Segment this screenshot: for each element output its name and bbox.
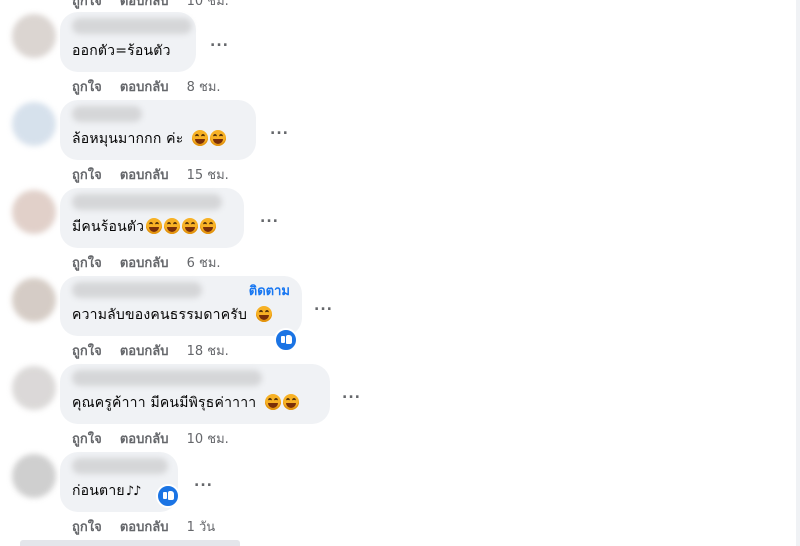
like-button[interactable]: ถูกใจ <box>72 80 102 95</box>
comment-actions: ถูกใจ ตอบกลับ 8 ชม. <box>72 76 221 97</box>
comment-timestamp[interactable]: 10 ชม. <box>187 432 229 447</box>
comment-options-button[interactable]: ... <box>210 34 229 50</box>
comment-item: ก่อนตาย♪♪ ... ถูกใจ ตอบกลับ 1 วัน <box>0 452 800 542</box>
comment-options-button[interactable]: ... <box>260 210 279 226</box>
like-button[interactable]: ถูกใจ <box>72 520 102 535</box>
avatar[interactable] <box>12 190 56 234</box>
grinning-squinting-emoji-icon <box>146 218 163 234</box>
avatar[interactable] <box>12 278 56 322</box>
comment-options-button[interactable]: ... <box>194 474 213 490</box>
comment-bubble: มีคนร้อนตัว <box>60 188 244 248</box>
comment-text: ก่อนตาย♪♪ <box>72 483 142 499</box>
avatar[interactable] <box>12 366 56 410</box>
commenter-name[interactable] <box>72 370 262 386</box>
comment-actions: ถูกใจ ตอบกลับ 10 ชม. <box>72 428 229 449</box>
reply-button[interactable]: ตอบกลับ <box>120 344 169 359</box>
avatar[interactable] <box>12 102 56 146</box>
comment-bubble: ติดตาม ความลับของคนธรรมดาครับ <box>60 276 302 336</box>
comment-options-button[interactable]: ... <box>314 298 333 314</box>
comment-timestamp[interactable]: 18 ชม. <box>187 344 229 359</box>
next-comment-partial <box>20 540 240 546</box>
grinning-squinting-emoji-icon <box>200 218 217 234</box>
comment-timestamp[interactable]: 8 ชม. <box>187 80 221 95</box>
reply-button[interactable]: ตอบกลับ <box>120 256 169 271</box>
comment-bubble: ล้อหมุนมากกก ค่ะ <box>60 100 256 160</box>
like-button[interactable]: ถูกใจ <box>72 256 102 271</box>
laughing-emoji-icon <box>255 306 272 322</box>
reply-button[interactable]: ตอบกลับ <box>120 520 169 535</box>
rofl-emoji-icon <box>192 130 209 146</box>
commenter-name[interactable] <box>72 194 222 210</box>
comment-timestamp[interactable]: 1 วัน <box>187 520 216 535</box>
comment-bubble: ออกตัว=ร้อนตัว <box>60 12 196 72</box>
comment-item: ออกตัว=ร้อนตัว ... ถูกใจ ตอบกลับ 8 ชม. <box>0 12 800 102</box>
comment-timestamp[interactable]: 15 ชม. <box>187 168 229 183</box>
comment-item: ล้อหมุนมากกก ค่ะ ... ถูกใจ ตอบกลับ 15 ชม… <box>0 100 800 190</box>
comment-text: คุณครูค้าาา มีคนมีพิรุธค่าาาา <box>72 392 299 414</box>
rofl-emoji-icon <box>210 130 227 146</box>
comment-item: มีคนร้อนตัว ... ถูกใจ ตอบกลับ 6 ชม. <box>0 188 800 278</box>
reply-button[interactable]: ตอบกลับ <box>120 0 169 9</box>
comment-actions: ถูกใจ ตอบกลับ 6 ชม. <box>72 252 221 273</box>
like-button[interactable]: ถูกใจ <box>72 0 102 9</box>
scrollbar[interactable] <box>796 0 800 546</box>
commenter-name[interactable] <box>72 18 192 34</box>
comment-actions: ถูกใจ ตอบกลับ 15 ชม. <box>72 164 229 185</box>
comment-bubble: คุณครูค้าาา มีคนมีพิรุธค่าาาา <box>60 364 330 424</box>
comment-text: ล้อหมุนมากกก ค่ะ <box>72 128 227 150</box>
comment-actions: ถูกใจ ตอบกลับ 1 วัน <box>72 516 215 537</box>
commenter-name[interactable] <box>72 458 168 474</box>
like-reaction-icon[interactable] <box>156 484 180 508</box>
previous-comment-actions: ถูกใจ ตอบกลับ 10 ชม. <box>72 0 229 11</box>
avatar[interactable] <box>12 454 56 498</box>
like-reaction-icon[interactable] <box>274 328 298 352</box>
commenter-name[interactable] <box>72 282 202 298</box>
like-button[interactable]: ถูกใจ <box>72 168 102 183</box>
reply-button[interactable]: ตอบกลับ <box>120 168 169 183</box>
laughing-emoji-icon <box>265 394 281 410</box>
reply-button[interactable]: ตอบกลับ <box>120 432 169 447</box>
comment-options-button[interactable]: ... <box>270 122 289 138</box>
like-button[interactable]: ถูกใจ <box>72 344 102 359</box>
grinning-squinting-emoji-icon <box>164 218 181 234</box>
laughing-emoji-icon <box>283 394 299 410</box>
comment-text: ความลับของคนธรรมดาครับ <box>72 304 272 326</box>
follow-link[interactable]: ติดตาม <box>249 280 290 301</box>
comment-actions: ถูกใจ ตอบกลับ 18 ชม. <box>72 340 229 361</box>
music-notes-icon: ♪♪ <box>125 484 142 499</box>
commenter-name[interactable] <box>72 106 142 122</box>
comment-text: ออกตัว=ร้อนตัว <box>72 43 171 59</box>
avatar[interactable] <box>12 14 56 58</box>
comment-item: คุณครูค้าาา มีคนมีพิรุธค่าาาา ... ถูกใจ … <box>0 364 800 454</box>
grinning-squinting-emoji-icon <box>182 218 199 234</box>
comment-item: ติดตาม ความลับของคนธรรมดาครับ ... ถูกใจ … <box>0 276 800 366</box>
comment-options-button[interactable]: ... <box>342 386 361 402</box>
comment-timestamp[interactable]: 10 ชม. <box>187 0 229 9</box>
like-button[interactable]: ถูกใจ <box>72 432 102 447</box>
comment-text: มีคนร้อนตัว <box>72 216 217 238</box>
comment-timestamp[interactable]: 6 ชม. <box>187 256 221 271</box>
reply-button[interactable]: ตอบกลับ <box>120 80 169 95</box>
